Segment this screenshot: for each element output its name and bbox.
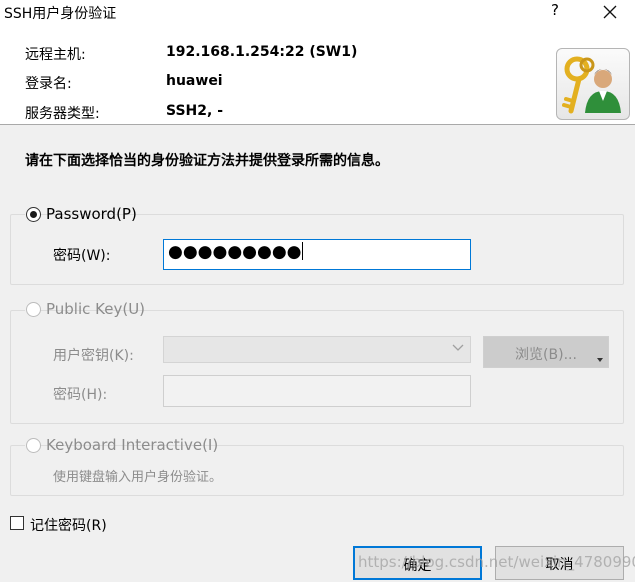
- cancel-button-label: 取消: [545, 557, 574, 573]
- ok-button-label: 确定: [403, 558, 432, 574]
- title-bar: SSH用户身份验证 ?: [0, 0, 635, 26]
- info-label: 服务器类型:: [25, 106, 100, 122]
- window-title: SSH用户身份验证: [4, 6, 117, 22]
- password-radio[interactable]: [26, 207, 41, 222]
- cancel-button[interactable]: 取消: [495, 546, 624, 580]
- text-caret: [301, 242, 303, 260]
- user-keys-icon: [556, 48, 630, 120]
- remember-password-label: 记住密码(R): [30, 518, 107, 534]
- browse-button-label: 浏览(B)...: [515, 347, 577, 363]
- user-key-select[interactable]: [163, 336, 471, 363]
- password-masked-value: ●●●●●●●●●: [168, 242, 303, 262]
- info-label: 远程主机:: [25, 47, 86, 63]
- info-value: 192.168.1.254:22 (SW1): [166, 44, 358, 60]
- close-button[interactable]: [596, 0, 624, 24]
- info-label: 登录名:: [25, 76, 72, 92]
- info-value: huawei: [166, 73, 223, 89]
- ok-button[interactable]: 确定: [353, 546, 482, 580]
- user-key-label: 用户密钥(K):: [53, 348, 134, 364]
- chevron-down-icon: [452, 344, 464, 351]
- publickey-option[interactable]: Public Key(U): [25, 300, 145, 320]
- keyboard-description: 使用键盘输入用户身份验证。: [53, 470, 223, 485]
- dropdown-arrow-icon: [597, 358, 603, 362]
- keyboard-option-label: Keyboard Interactive(I): [46, 436, 219, 454]
- info-value: SSH2, -: [166, 103, 223, 119]
- help-button[interactable]: ?: [545, 1, 565, 23]
- instruction-text: 请在下面选择恰当的身份验证方法并提供登录所需的信息。: [25, 153, 389, 169]
- publickey-radio[interactable]: [26, 302, 41, 317]
- password-option-label: Password(P): [46, 205, 137, 223]
- keyboard-radio[interactable]: [26, 438, 41, 453]
- publickey-option-label: Public Key(U): [46, 300, 146, 318]
- passphrase-label: 密码(H):: [53, 387, 108, 403]
- remember-password-checkbox[interactable]: [10, 516, 24, 530]
- connection-info: 远程主机: 192.168.1.254:22 (SW1) 登录名: huawei…: [0, 26, 635, 124]
- close-icon: [603, 5, 617, 19]
- keyboard-option[interactable]: Keyboard Interactive(I): [25, 436, 218, 456]
- password-input[interactable]: ●●●●●●●●●: [163, 239, 471, 270]
- passphrase-input[interactable]: [163, 375, 471, 407]
- password-label: 密码(W):: [53, 248, 111, 264]
- password-option[interactable]: Password(P): [25, 205, 137, 225]
- browse-button[interactable]: 浏览(B)...: [483, 336, 609, 368]
